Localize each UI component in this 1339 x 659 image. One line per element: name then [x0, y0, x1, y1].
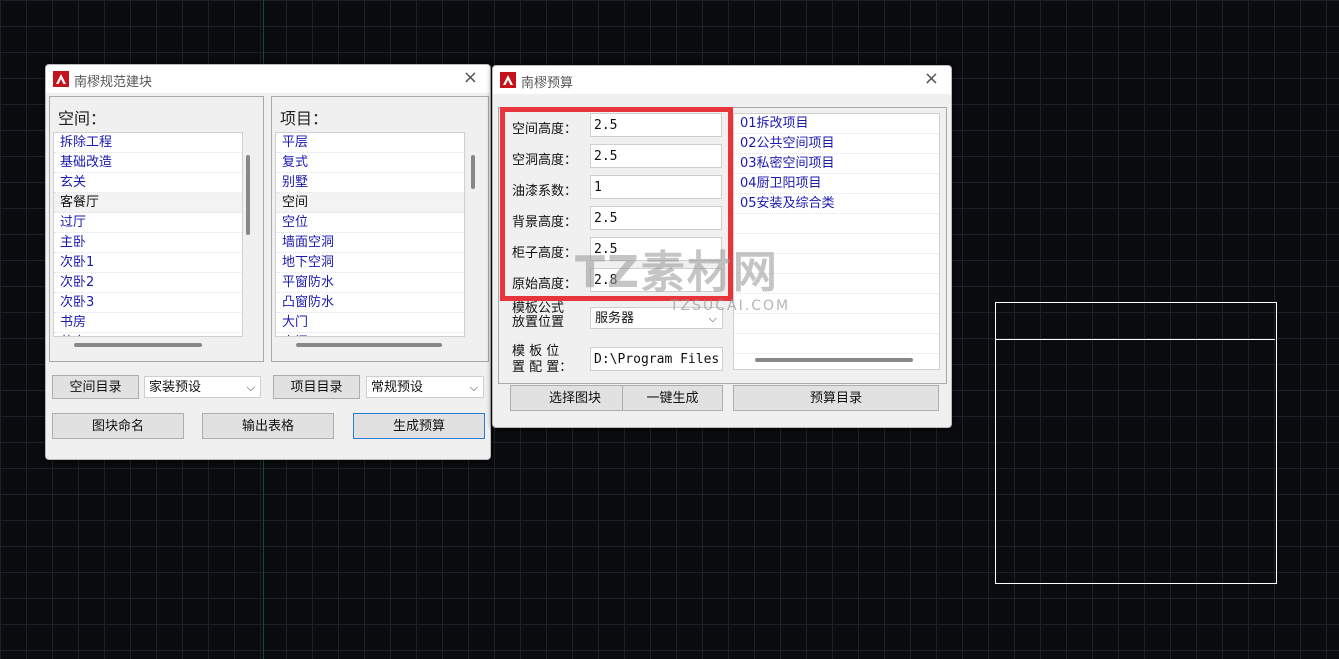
project-title: 项目： [280, 109, 329, 128]
budget-catalog-button[interactable]: 预算目录 [733, 385, 939, 411]
template-formula-value: 服务器 [595, 311, 635, 326]
space-list-item[interactable]: 玄关 [54, 173, 242, 193]
budget-list-empty-row [734, 234, 939, 254]
template-formula-label: 模板公式 放置位置 [512, 302, 564, 330]
dialog-titlebar[interactable]: 南樛规范建块 × [46, 65, 490, 93]
close-icon[interactable]: × [463, 68, 478, 88]
project-list-item[interactable]: 别墅 [276, 173, 464, 193]
cad-rectangle-outer [995, 302, 1277, 584]
space-list-hscrollbar[interactable] [74, 343, 202, 347]
budget-dialog: 南樛预算 × 空间高度： 2.5 空洞高度： 2.5 油漆系数： 1 背景高度：… [492, 65, 952, 428]
background-height-input[interactable]: 2.5 [590, 206, 722, 230]
template-path-label: 模 板 位 置 配 置： [512, 344, 572, 376]
chevron-down-icon: ⌵ [469, 381, 478, 394]
project-list-item[interactable]: 平窗防水 [276, 273, 464, 293]
template-path-label-line1: 模 板 位 [512, 344, 560, 359]
original-height-input[interactable]: 2.8 [590, 268, 722, 292]
project-list-item[interactable]: 大门 [276, 313, 464, 333]
space-preset-select[interactable]: 家装预设 ⌵ [144, 376, 261, 398]
space-list-item[interactable]: 客餐厅 [54, 193, 242, 213]
space-list-item[interactable]: 基础改造 [54, 153, 242, 173]
dialog-titlebar[interactable]: 南樛预算 × [493, 66, 951, 94]
budget-list-empty-row [734, 354, 939, 369]
space-list-item[interactable]: 拆除工程 [54, 133, 242, 153]
project-list[interactable]: 平层复式别墅空间空位墙面空洞地下空洞平窗防水凸窗防水大门房门 [275, 132, 465, 337]
close-icon[interactable]: × [924, 69, 939, 89]
space-list-item[interactable]: 次卧1 [54, 253, 242, 273]
opening-height-label: 空洞高度： [512, 153, 578, 168]
dialog-title: 南樛预算 [521, 76, 574, 91]
project-preset-value: 常规预设 [371, 380, 424, 395]
dialog-title: 南樛规范建块 [74, 75, 153, 90]
template-formula-label-line2: 放置位置 [512, 315, 565, 330]
background-height-label: 背景高度： [512, 215, 578, 230]
budget-list-item[interactable]: 03私密空间项目 [734, 154, 939, 174]
project-list-item[interactable]: 房门 [276, 333, 464, 336]
space-list-item[interactable]: 次卧3 [54, 293, 242, 313]
budget-list-empty-row [734, 254, 939, 274]
project-list-item[interactable]: 空间 [276, 193, 464, 213]
budget-list-item[interactable]: 01拆改项目 [734, 114, 939, 134]
budget-list-item[interactable]: 04厨卫阳项目 [734, 174, 939, 194]
project-list-item[interactable]: 地下空洞 [276, 253, 464, 273]
project-list-item[interactable]: 墙面空洞 [276, 233, 464, 253]
budget-list-item[interactable]: 02公共空间项目 [734, 134, 939, 154]
chevron-down-icon: ⌵ [246, 381, 255, 394]
original-height-label: 原始高度： [512, 277, 578, 292]
budget-list-empty-row [734, 274, 939, 294]
space-list-vscrollbar[interactable] [246, 155, 250, 235]
project-list-item[interactable]: 凸窗防水 [276, 293, 464, 313]
chevron-down-icon: ⌵ [708, 312, 717, 325]
project-list-item[interactable]: 复式 [276, 153, 464, 173]
project-list-item[interactable]: 平层 [276, 133, 464, 153]
project-catalog-button[interactable]: 项目目录 [273, 375, 360, 399]
cabinet-height-input[interactable]: 2.5 [590, 237, 722, 261]
space-list-item[interactable]: 次卧2 [54, 273, 242, 293]
budget-list-empty-row [734, 214, 939, 234]
generate-budget-button[interactable]: 生成预算 [353, 413, 485, 439]
budget-category-list[interactable]: 01拆改项目 02公共空间项目 03私密空间项目 04厨卫阳项目 05安装及综合类 [733, 113, 940, 370]
space-list-item[interactable]: 过厅 [54, 213, 242, 233]
space-preset-value: 家装预设 [149, 380, 202, 395]
budget-list-empty-row [734, 334, 939, 354]
budget-list-hscrollbar[interactable] [755, 358, 913, 362]
autocad-app-icon [53, 71, 69, 87]
space-height-label: 空间高度： [512, 122, 578, 137]
template-path-label-line2: 置 配 置： [512, 360, 573, 375]
template-formula-select[interactable]: 服务器 ⌵ [590, 307, 723, 329]
space-group: 空间： 拆除工程基础改造玄关客餐厅过厅主卧次卧1次卧2次卧3书房茶室 [49, 96, 264, 362]
space-list-item[interactable]: 书房 [54, 313, 242, 333]
project-group: 项目： 平层复式别墅空间空位墙面空洞地下空洞平窗防水凸窗防水大门房门 [271, 96, 489, 362]
project-list-item[interactable]: 空位 [276, 213, 464, 233]
space-height-input[interactable]: 2.5 [590, 113, 722, 137]
cad-rectangle-divider [995, 339, 1275, 340]
space-list-item[interactable]: 主卧 [54, 233, 242, 253]
project-preset-select[interactable]: 常规预设 ⌵ [366, 376, 484, 398]
select-block-button[interactable]: 选择图块 [510, 385, 640, 411]
export-table-button[interactable]: 输出表格 [202, 413, 334, 439]
template-formula-label-line1: 模板公式 [512, 301, 565, 316]
paint-factor-label: 油漆系数： [512, 184, 578, 199]
cabinet-height-label: 柜子高度： [512, 246, 578, 261]
budget-list-item[interactable]: 05安装及综合类 [734, 194, 939, 214]
space-title: 空间： [58, 109, 107, 128]
block-name-button[interactable]: 图块命名 [52, 413, 184, 439]
autocad-app-icon [500, 72, 516, 88]
standard-block-dialog: 南樛规范建块 × 空间： 拆除工程 基础改造 玄关 客餐厅 过厅 主卧 次卧1 次卧2 次卧3 书… [45, 64, 491, 460]
one-click-generate-button[interactable]: 一键生成 [622, 385, 723, 411]
opening-height-input[interactable]: 2.5 [590, 144, 722, 168]
space-list-item[interactable]: 茶室 [54, 333, 242, 336]
template-path-input[interactable]: D:\Program Files [590, 347, 723, 371]
space-list[interactable]: 拆除工程基础改造玄关客餐厅过厅主卧次卧1次卧2次卧3书房茶室 [53, 132, 243, 337]
budget-list-empty-row [734, 294, 939, 314]
paint-factor-input[interactable]: 1 [590, 175, 722, 199]
project-list-vscrollbar[interactable] [471, 155, 475, 189]
budget-list-empty-row [734, 314, 939, 334]
space-catalog-button[interactable]: 空间目录 [52, 375, 139, 399]
project-list-hscrollbar[interactable] [296, 343, 442, 347]
